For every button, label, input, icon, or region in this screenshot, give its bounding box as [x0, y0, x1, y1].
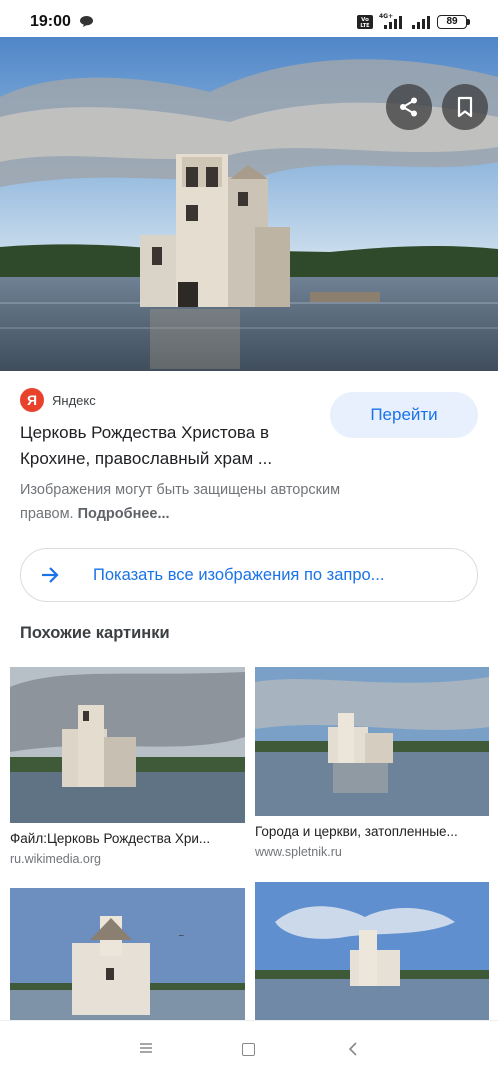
source-name: Яндекс — [52, 392, 96, 408]
status-bar: 19:00 Vo LTE 4G+ 89 — [0, 0, 498, 42]
home-icon[interactable] — [242, 1043, 255, 1056]
yandex-logo: Я — [20, 388, 44, 412]
similar-card[interactable] — [255, 882, 489, 1034]
signal-icon: 4G+ — [379, 13, 402, 29]
similar-domain: ru.wikimedia.org — [10, 852, 102, 866]
similar-caption: Города и церкви, затопленные... — [255, 824, 458, 839]
result-title-line2: Крохине, православный храм ... — [20, 449, 273, 468]
copyright-more-link[interactable]: Подробнее... — [78, 506, 170, 522]
bookmark-icon — [457, 96, 473, 118]
result-title-line1: Церковь Рождества Христова в — [20, 423, 269, 442]
battery-icon: 89 — [437, 15, 467, 29]
source-row[interactable]: Я Яндекс — [20, 388, 96, 412]
similar-heading: Похожие картинки — [20, 624, 170, 642]
arrow-right-icon — [42, 567, 59, 583]
goto-button[interactable]: Перейти — [330, 392, 478, 438]
svg-text:4G+: 4G+ — [379, 13, 393, 20]
show-all-images-button[interactable]: Показать все изображения по запро... — [20, 548, 478, 602]
similar-caption: Файл:Церковь Рождества Хри... — [10, 831, 211, 846]
similar-card[interactable]: ~ — [10, 888, 245, 1034]
copyright-notice: Изображения могут быть защищены авторски… — [20, 478, 390, 526]
share-icon — [400, 97, 417, 117]
similar-domain: www.spletnik.ru — [255, 845, 342, 859]
signal-icon — [412, 16, 430, 29]
back-icon[interactable] — [347, 1041, 359, 1057]
hero-image[interactable] — [0, 37, 498, 371]
similar-card[interactable]: Файл:Церковь Рождества Хри... ru.wikimed… — [10, 667, 245, 866]
svg-text:~: ~ — [178, 931, 185, 940]
bookmark-button[interactable] — [442, 84, 488, 130]
status-time: 19:00 — [30, 13, 71, 30]
svg-text:LTE: LTE — [360, 23, 370, 29]
similar-card[interactable]: Города и церкви, затопленные... www.sple… — [255, 667, 489, 859]
share-button[interactable] — [386, 84, 432, 130]
similar-thumbnail[interactable]: ~ — [10, 888, 245, 1020]
chat-icon — [80, 16, 93, 27]
volte-icon: Vo LTE — [357, 15, 373, 29]
similar-thumbnail[interactable] — [10, 667, 245, 823]
copyright-text: Изображения могут быть защищены авторски… — [20, 482, 341, 522]
show-all-label: Показать все изображения по запро... — [93, 565, 385, 584]
menu-icon[interactable] — [139, 1042, 153, 1054]
battery-tip — [467, 19, 470, 25]
similar-thumbnail[interactable] — [255, 667, 489, 816]
similar-thumbnail[interactable] — [255, 882, 489, 1020]
result-title[interactable]: Церковь Рождества Христова в Крохине, пр… — [20, 420, 320, 472]
